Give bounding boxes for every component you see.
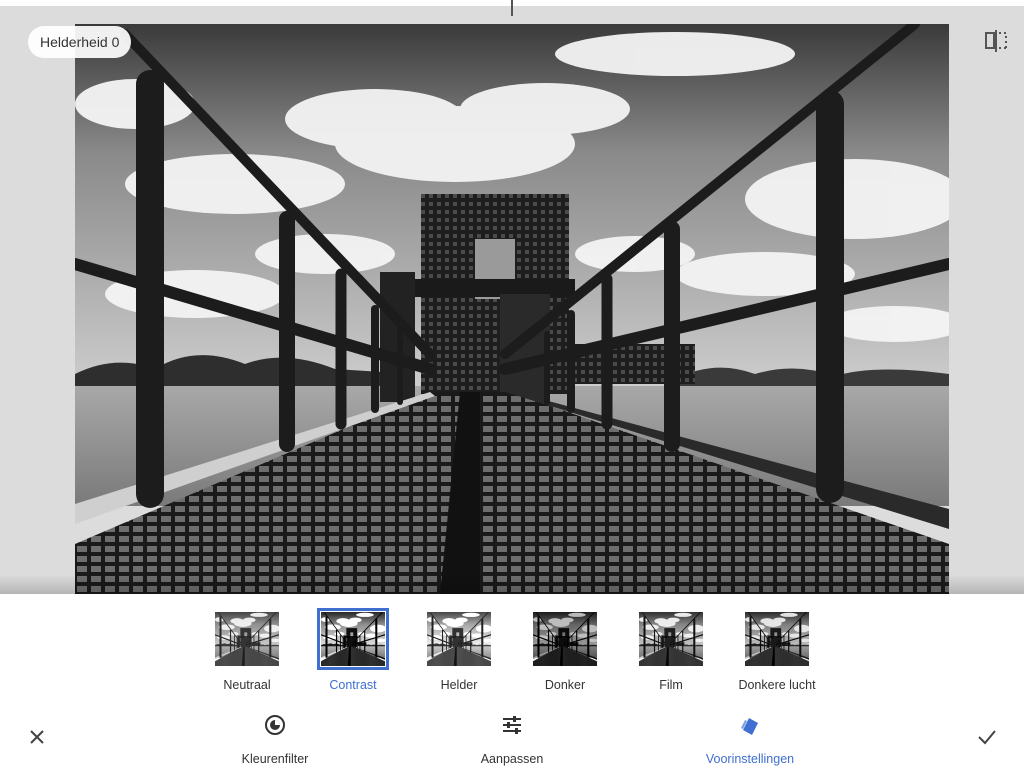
preset-label: Donkere lucht [738,678,816,692]
preset-contrast[interactable]: Contrast [300,608,406,702]
preset-neutraal[interactable]: Neutraal [194,610,300,702]
bottom-toolbar: Kleurenfilter Aanpassen Voorinstellingen [0,706,1024,768]
tab-aanpassen[interactable]: Aanpassen [422,714,602,766]
tab-label: Kleurenfilter [241,752,309,766]
apply-button[interactable] [976,726,998,748]
preset-film[interactable]: Film [618,610,724,702]
cancel-button[interactable] [26,726,48,748]
color-filter-icon [265,715,285,735]
image-preview-area[interactable]: Helderheid 0 [0,0,1024,594]
preset-label: Helder [440,678,478,692]
preset-thumbnail [533,612,597,666]
tune-sliders-icon [503,716,521,734]
preset-thumbnail [639,612,703,666]
tab-label: Voorinstellingen [705,752,795,766]
preset-helder[interactable]: Helder [406,610,512,702]
parameter-indicator: Helderheid 0 [28,26,132,58]
preset-label: Film [659,678,683,692]
compare-split-icon [985,30,1007,52]
checkmark-icon [978,730,996,745]
edited-photo[interactable] [75,24,949,594]
preset-thumbnail-frame [639,612,703,666]
preset-thumbnail-frame [215,612,279,666]
drag-handle-line [511,0,513,16]
close-icon [30,730,44,744]
preset-label: Contrast [329,678,377,692]
preview-shadow [0,574,1024,594]
preset-thumbnail [215,612,279,666]
preset-thumbnail [321,612,385,666]
preset-filter-strip: Neutraal Contrast Helder Donker Film Don… [0,594,1024,706]
presets-styles-icon [741,718,758,735]
tab-label: Aanpassen [480,752,544,766]
tab-voorinstellingen[interactable]: Voorinstellingen [660,714,840,766]
photo-editor-app: Helderheid 0 Neutraal Contrast Helder Do… [0,0,1024,768]
preset-thumbnail-frame [427,612,491,666]
preset-thumbnail-frame [533,612,597,666]
preset-label: Neutraal [223,678,271,692]
preset-donkere-lucht[interactable]: Donkere lucht [724,610,830,702]
parameter-label: Helderheid 0 [40,34,120,50]
tab-kleurenfilter[interactable]: Kleurenfilter [185,714,365,766]
preset-thumbnail-frame-selected [317,608,389,670]
preset-thumbnail [427,612,491,666]
preset-thumbnail [745,612,809,666]
preset-donker[interactable]: Donker [512,610,618,702]
preset-thumbnail-frame [745,612,809,666]
compare-button[interactable] [982,28,1010,54]
preset-label: Donker [544,678,586,692]
